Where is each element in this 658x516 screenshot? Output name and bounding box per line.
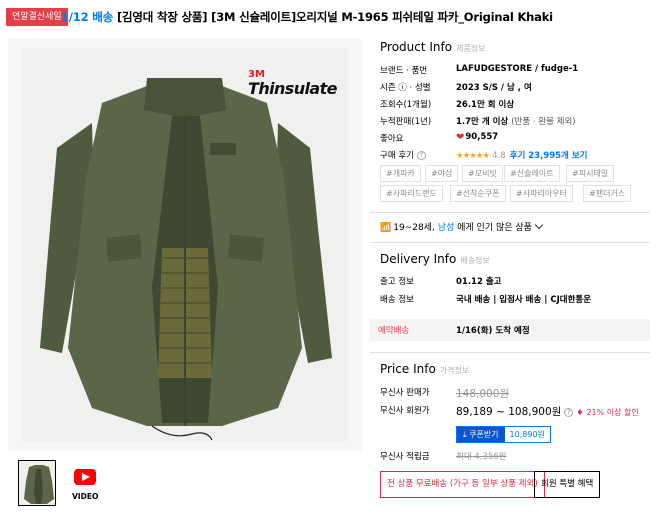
down-arrow-icon: ♦	[576, 408, 584, 417]
sales-row: 누적판매(1년) 1.7만 개 이상 (반품 · 환불 제외)	[380, 115, 650, 129]
popular-notice[interactable]: 📶 19~28세, 남성 에게 인기 많은 상품	[380, 220, 544, 233]
review-label-wrap: 구매 후기?	[380, 149, 429, 161]
review-label: 구매 후기	[380, 151, 414, 161]
tag-item[interactable]: #신슐레이트	[504, 165, 560, 182]
review-row: 구매 후기? ★★★★★ 4.8 후기 23,995개 보기	[380, 149, 650, 163]
logo-thinsulate: Thinsulate	[248, 79, 337, 98]
method-label: 배송 정보	[380, 295, 414, 305]
discount-rate: 21% 이상 할인	[586, 408, 639, 417]
views-label: 조회수(1개월)	[380, 100, 432, 110]
coupon-amount: 10,890원	[509, 430, 545, 439]
sales-value: 1.7만 개 이상	[456, 117, 509, 127]
member-price-wrap: 89,189 ~ 108,900원? ♦ 21% 이상 할인	[456, 404, 639, 419]
divider	[370, 242, 650, 243]
help-icon[interactable]: ?	[416, 151, 426, 160]
brand-label: 브랜드 · 품번	[380, 66, 428, 76]
season-label: 시즌 ⓘ · 성별	[380, 83, 431, 93]
tag-item[interactable]: #팬더거스	[583, 185, 632, 202]
divider	[370, 352, 650, 353]
coupon-label: 쿠폰받기	[469, 430, 499, 439]
thumbnail-parka	[24, 465, 54, 504]
tag-item[interactable]: #피시테일	[566, 165, 615, 182]
member-price-row: 무신사 회원가 89,189 ~ 108,900원? ♦ 21% 이상 할인	[380, 404, 650, 420]
reservation-value: 1/16(화) 도착 예정	[456, 326, 530, 336]
ship-row: 출고 정보 01.12 출고	[380, 275, 650, 289]
views-value: 26.1만 회 이상	[456, 100, 515, 110]
price-info-subtitle: 가격정보	[439, 366, 470, 375]
product-title: 1/12 배송 [김영대 착장 상품] [3M 신슐레이트]오리지널 M-1965…	[61, 9, 553, 25]
reservation-label: 예약배송	[378, 326, 410, 336]
youtube-play-icon	[74, 469, 96, 485]
video-thumbnail[interactable]: VIDEO	[70, 460, 100, 506]
member-benefit-button[interactable]: 회원 특별 혜택	[534, 471, 601, 498]
sale-price-label: 무신사 판매가	[380, 388, 430, 398]
tag-item[interactable]: #사파리드랜드	[380, 185, 443, 202]
season-row: 시즌 ⓘ · 성별 2023 S/S / 남 , 여	[380, 81, 650, 95]
tag-item[interactable]: #모비빗	[462, 165, 503, 182]
free-shipping-button[interactable]: 전 상품 무료배송 (가구 등 일부 상품 제외)	[380, 471, 545, 498]
delivery-info-title: Delivery Info	[380, 252, 457, 266]
popular-age: 19~28세	[393, 223, 432, 233]
thinsulate-logo: 3M Thinsulate	[248, 70, 337, 98]
product-details: Product Info 제품정보 브랜드 · 품번 LAFUDGESTORE /…	[370, 34, 650, 516]
brand-row: 브랜드 · 품번 LAFUDGESTORE / fudge-1	[380, 64, 650, 78]
video-label: VIDEO	[72, 492, 99, 501]
review-value: ★★★★★ 4.8 후기 23,995개 보기	[456, 149, 587, 161]
chevron-down-icon	[534, 220, 544, 230]
sales-label: 누적판매(1년)	[380, 117, 432, 127]
tag-item[interactable]: #개파카	[380, 165, 421, 182]
likes-count: 90,557	[465, 132, 499, 142]
shipping-date: 1/12 배송	[61, 10, 113, 24]
sale-price-value: 148,000원	[456, 388, 510, 400]
divider	[370, 212, 650, 213]
likes-row: 좋아요 ❤90,557	[380, 132, 650, 146]
price-info-title: Price Info	[380, 362, 436, 376]
heart-icon: ❤	[456, 132, 465, 143]
chart-icon: 📶	[380, 223, 392, 233]
product-photo: 3M Thinsulate	[22, 48, 348, 441]
ship-value: 01.12 출고	[456, 277, 502, 287]
delivery-info-subtitle: 배송정보	[460, 256, 490, 265]
tag-item[interactable]: #사파리아우터	[510, 185, 573, 202]
review-link[interactable]: 후기 23,995개 보기	[510, 151, 588, 161]
member-price-label: 무신사 회원가	[380, 406, 430, 416]
delivery-info-heading: Delivery Info 배송정보	[380, 252, 490, 266]
points-value: 최대 4,356원	[456, 452, 507, 462]
product-info-title: Product Info	[380, 40, 453, 54]
product-image[interactable]: 3M Thinsulate	[8, 38, 362, 451]
points-row: 무신사 적립금 최대 4,356원	[380, 450, 650, 464]
ship-label: 출고 정보	[380, 277, 414, 287]
popular-gender: 남성	[437, 223, 455, 233]
reservation-row: 예약배송 1/16(화) 도착 예정	[370, 319, 650, 341]
parka-illustration	[40, 78, 332, 441]
product-info-heading: Product Info 제품정보	[380, 40, 486, 54]
coupon-download: ⤓ 쿠폰받기	[457, 427, 505, 442]
sale-badge: 연말결산세일	[6, 8, 68, 26]
tag-item[interactable]: #야상	[425, 165, 459, 182]
product-info-subtitle: 제품정보	[456, 44, 486, 53]
star-rating-icon: ★★★★★	[456, 151, 490, 161]
price-info-heading: Price Info 가격정보	[380, 362, 469, 376]
product-name: [김영대 착장 상품] [3M 신슐레이트]오리지널 M-1965 피쉬테일 파…	[116, 10, 553, 24]
coupon-button[interactable]: ⤓ 쿠폰받기 10,890원	[456, 426, 551, 443]
points-label: 무신사 적립금	[380, 452, 430, 462]
method-value: 국내 배송 | 입점사 배송 | CJ대한통운	[456, 295, 592, 305]
brand-value[interactable]: LAFUDGESTORE / fudge-1	[456, 64, 578, 74]
tag-item[interactable]: #선착순쿠폰	[450, 185, 506, 202]
sales-note: (반품 · 환불 제외)	[511, 117, 576, 127]
method-row: 배송 정보 국내 배송 | 입점사 배송 | CJ대한통운	[380, 293, 650, 307]
popular-text: 에게 인기 많은 상품	[457, 223, 532, 233]
views-row: 조회수(1개월) 26.1만 회 이상	[380, 98, 650, 112]
title-bar: 연말결산세일 1/12 배송 [김영대 착장 상품] [3M 신슐레이트]오리지널…	[0, 0, 658, 34]
season-value: 2023 S/S / 남 , 여	[456, 83, 532, 93]
thumbnail-photo[interactable]	[18, 460, 56, 506]
likes-label: 좋아요	[380, 134, 404, 144]
likes-button[interactable]: ❤90,557	[456, 132, 498, 143]
help-icon[interactable]: ?	[564, 408, 574, 417]
member-price-value: 89,189 ~ 108,900원	[456, 406, 562, 418]
review-score: 4.8	[492, 151, 506, 161]
sale-price-row: 무신사 판매가 148,000원	[380, 386, 650, 400]
sales-value-wrap: 1.7만 개 이상 (반품 · 환불 제외)	[456, 115, 576, 127]
